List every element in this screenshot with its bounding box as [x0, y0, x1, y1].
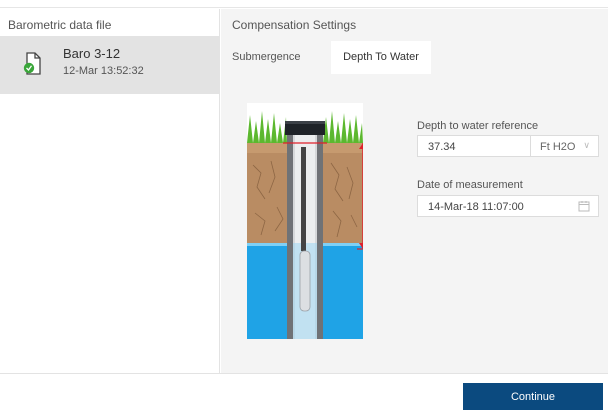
well-cap: [285, 123, 325, 135]
panel-title: Compensation Settings: [232, 18, 357, 32]
continue-button[interactable]: Continue: [463, 383, 603, 410]
top-border: [0, 0, 608, 8]
file-list-item[interactable]: Baro 3-12 12-Mar 13:52:32: [0, 36, 219, 94]
panel-title: Barometric data file: [8, 18, 112, 32]
measurement-date-value: 14-Mar-18 11:07:00: [428, 201, 524, 213]
compensation-settings-panel: Compensation Settings Submergence Depth …: [221, 9, 608, 373]
unit-value: Ft H2O: [540, 141, 576, 153]
baro-file-icon: [23, 52, 41, 75]
unit-select[interactable]: Ft H2O ∨: [530, 136, 598, 156]
calendar-icon[interactable]: [578, 200, 590, 212]
measurement-date-input[interactable]: 14-Mar-18 11:07:00: [417, 195, 599, 217]
file-name: Baro 3-12: [63, 46, 121, 61]
footer-bar: Continue: [0, 373, 608, 410]
depth-reference-value: 37.34: [428, 141, 456, 153]
measurement-date-label: Date of measurement: [417, 179, 523, 191]
sensor: [299, 250, 311, 312]
file-date: 12-Mar 13:52:32: [63, 65, 144, 77]
well-diagram-illustration: [247, 103, 363, 339]
tab-depth-to-water[interactable]: Depth To Water: [331, 41, 431, 74]
tab-submergence[interactable]: Submergence: [232, 41, 301, 74]
barometric-file-panel: Barometric data file Baro 3-12 12-Mar 13…: [0, 9, 220, 373]
depth-reference-label: Depth to water reference: [417, 120, 539, 132]
chevron-down-icon: ∨: [583, 140, 590, 150]
depth-reference-input[interactable]: 37.34 Ft H2O ∨: [417, 135, 599, 157]
